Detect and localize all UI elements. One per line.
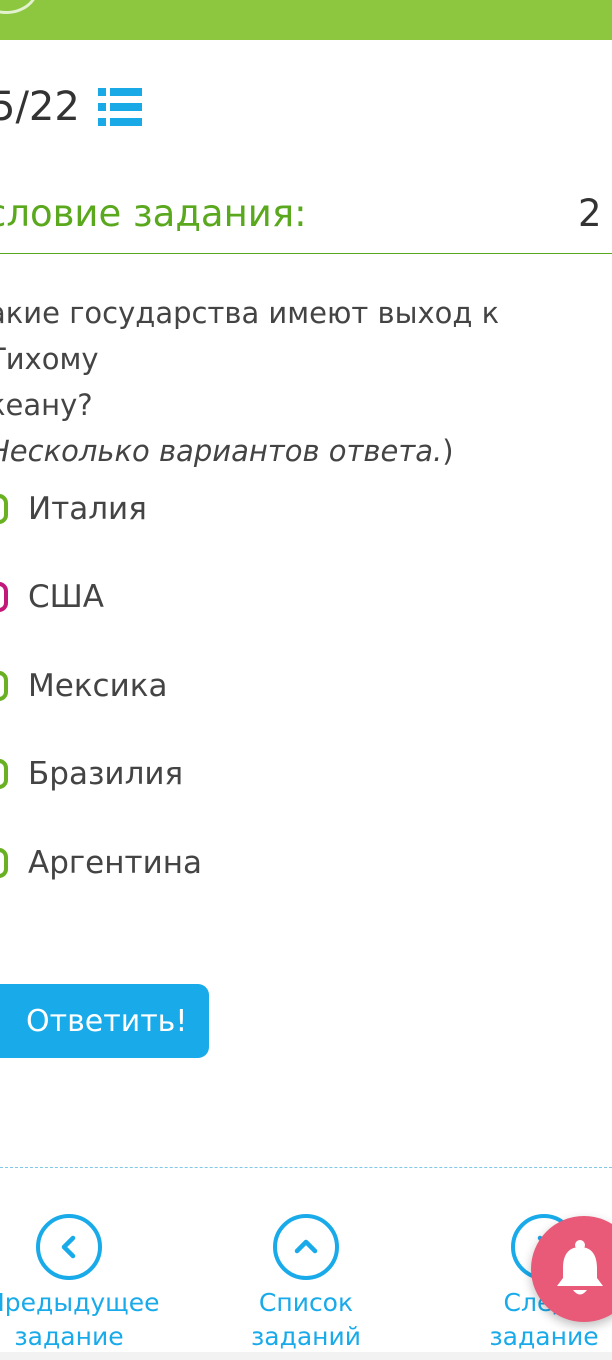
section-title: словие задания:: [0, 192, 307, 235]
top-bar-circle-icon[interactable]: [0, 0, 38, 14]
list-label-line-2: заданий: [250, 1322, 362, 1351]
option-argentina[interactable]: Аргентина: [0, 838, 202, 888]
option-label: Италия: [28, 491, 147, 527]
checkbox[interactable]: [0, 671, 8, 701]
list-label-line-1: Список: [258, 1288, 354, 1317]
answer-button[interactable]: Ответить!: [0, 984, 209, 1058]
question-line-1: акие государства имеют выход к Тихому: [0, 296, 500, 376]
option-usa[interactable]: США: [0, 572, 104, 622]
question-hint: Несколько вариантов ответа.): [0, 428, 588, 474]
option-mexico[interactable]: Мексика: [0, 661, 167, 711]
checkbox[interactable]: [0, 759, 8, 789]
task-list-label: Список заданий: [226, 1286, 386, 1354]
prev-label-line-1: Предыдущее: [0, 1288, 160, 1317]
prev-task-label: Предыдущее задание: [0, 1286, 160, 1354]
option-italy[interactable]: Италия: [0, 484, 147, 534]
bottom-strip: [0, 1352, 612, 1360]
option-brazil[interactable]: Бразилия: [0, 749, 183, 799]
bottom-divider: [0, 1167, 612, 1168]
task-counter: 5/22: [0, 84, 80, 130]
option-label: США: [28, 579, 105, 615]
chevron-left-icon[interactable]: [36, 1214, 102, 1280]
task-counter-row: 5/22: [0, 82, 142, 132]
option-label: Аргентина: [28, 845, 202, 881]
prev-task-button[interactable]: Предыдущее задание: [0, 1214, 160, 1354]
checkbox[interactable]: [0, 494, 8, 524]
next-label-line-2: задание: [489, 1322, 599, 1351]
chevron-up-icon[interactable]: [273, 1214, 339, 1280]
title-divider: [0, 253, 612, 254]
option-label: Мексика: [28, 668, 168, 704]
task-list-button[interactable]: Список заданий: [226, 1214, 386, 1354]
hint-close: ): [442, 434, 454, 468]
checkbox[interactable]: [0, 582, 8, 612]
question-text: акие государства имеют выход к Тихому ке…: [0, 290, 588, 474]
points-label: 2 б: [578, 192, 612, 235]
hint-text: Несколько вариантов ответа.: [0, 434, 443, 468]
question-line-2: кеану?: [0, 388, 93, 422]
prev-label-line-2: задание: [14, 1322, 124, 1351]
top-bar: [0, 0, 612, 40]
checkbox[interactable]: [0, 848, 8, 878]
list-icon[interactable]: [97, 88, 142, 126]
bell-icon: [557, 1240, 603, 1295]
option-label: Бразилия: [28, 756, 184, 792]
